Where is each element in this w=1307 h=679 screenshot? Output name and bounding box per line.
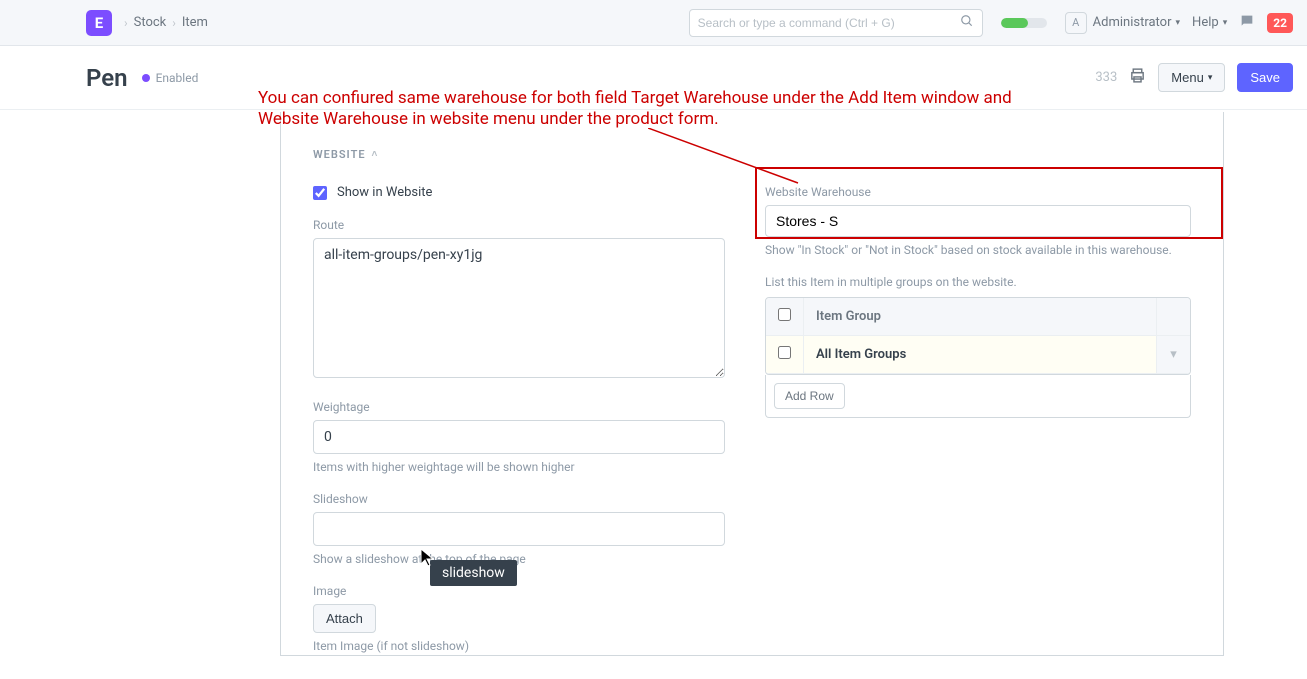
add-row-wrap: Add Row (765, 375, 1191, 418)
form-right-column: Website Warehouse Show "In Stock" or "No… (765, 185, 1191, 671)
item-group-table: Item Group All Item Groups ▾ (765, 297, 1191, 375)
chevron-right-icon: › (124, 16, 128, 30)
table-header-checkbox (766, 298, 804, 336)
global-search[interactable] (689, 9, 983, 37)
slideshow-input[interactable] (313, 512, 725, 546)
caret-down-icon: ▾ (1208, 72, 1213, 83)
progress-indicator (1001, 18, 1047, 28)
route-field: Route all-item-groups/pen-xy1jg (313, 218, 725, 382)
print-icon[interactable] (1129, 67, 1146, 88)
slideshow-field: Slideshow Show a slideshow at the top of… (313, 492, 725, 566)
row-caret-cell[interactable]: ▾ (1156, 336, 1190, 374)
image-label: Image (313, 584, 725, 598)
search-icon[interactable] (960, 14, 974, 32)
form-card: WEBSITE ˄ Show in Website Route all-item… (280, 112, 1224, 656)
app-logo[interactable]: E (86, 10, 112, 36)
table-header-gear (1156, 298, 1190, 336)
table-header-item-group: Item Group (804, 298, 1156, 336)
search-input[interactable] (698, 16, 960, 30)
chevron-up-icon: ˄ (372, 149, 379, 160)
slideshow-help: Show a slideshow at the top of the page (313, 552, 725, 566)
form-left-column: Show in Website Route all-item-groups/pe… (313, 185, 725, 671)
section-header-website[interactable]: WEBSITE ˄ (281, 112, 1223, 161)
image-help: Item Image (if not slideshow) (313, 639, 725, 653)
show-in-website-field: Show in Website (313, 185, 725, 200)
website-warehouse-input[interactable] (765, 205, 1191, 237)
chevron-right-icon: › (172, 16, 176, 30)
page-header: Pen Enabled 333 Menu ▾ Save (0, 46, 1307, 110)
weightage-help: Items with higher weightage will be show… (313, 460, 725, 474)
weightage-field: Weightage Items with higher weightage wi… (313, 400, 725, 474)
help-label: Help (1192, 15, 1219, 30)
user-avatar[interactable]: A (1065, 12, 1087, 34)
status-label: Enabled (156, 71, 199, 85)
weightage-input[interactable] (313, 420, 725, 454)
tooltip: slideshow (430, 560, 517, 586)
record-count: 333 (1095, 70, 1117, 85)
route-label: Route (313, 218, 725, 232)
image-field: Image Attach Item Image (if not slidesho… (313, 584, 725, 653)
row-checkbox[interactable] (778, 346, 791, 359)
item-groups-help: List this Item in multiple groups on the… (765, 275, 1191, 289)
top-navbar: E › Stock › Item A Administrator ▾ Help … (0, 0, 1307, 46)
row-item-group[interactable]: All Item Groups (804, 336, 1156, 374)
slideshow-label: Slideshow (313, 492, 725, 506)
help-menu[interactable]: Help ▾ (1192, 15, 1227, 30)
show-in-website-checkbox[interactable] (313, 186, 327, 200)
section-title: WEBSITE (313, 148, 366, 161)
breadcrumb-item[interactable]: Item (182, 15, 208, 30)
menu-button[interactable]: Menu ▾ (1158, 63, 1225, 92)
caret-down-icon: ▾ (1176, 18, 1181, 28)
save-button[interactable]: Save (1237, 63, 1293, 92)
menu-button-label: Menu (1171, 70, 1204, 85)
status-dot-icon (142, 74, 150, 82)
chat-icon[interactable] (1239, 13, 1255, 33)
user-label: Administrator (1093, 15, 1172, 30)
user-menu[interactable]: Administrator ▾ (1093, 15, 1180, 30)
row-checkbox-cell (766, 336, 804, 374)
website-warehouse-help: Show "In Stock" or "Not in Stock" based … (765, 243, 1191, 257)
website-warehouse-label: Website Warehouse (765, 185, 1191, 199)
notification-badge[interactable]: 22 (1267, 13, 1293, 33)
route-input[interactable]: all-item-groups/pen-xy1jg (313, 238, 725, 378)
breadcrumb-stock[interactable]: Stock (134, 15, 167, 30)
show-in-website-label: Show in Website (337, 185, 432, 200)
table-row[interactable]: All Item Groups ▾ (766, 336, 1190, 374)
status-pill: Enabled (142, 71, 199, 85)
caret-down-icon: ▾ (1223, 18, 1228, 28)
select-all-checkbox[interactable] (778, 308, 791, 321)
weightage-label: Weightage (313, 400, 725, 414)
website-warehouse-field: Website Warehouse Show "In Stock" or "No… (765, 185, 1191, 257)
add-row-button[interactable]: Add Row (774, 383, 845, 409)
page-title: Pen (86, 64, 128, 92)
attach-button[interactable]: Attach (313, 604, 376, 633)
